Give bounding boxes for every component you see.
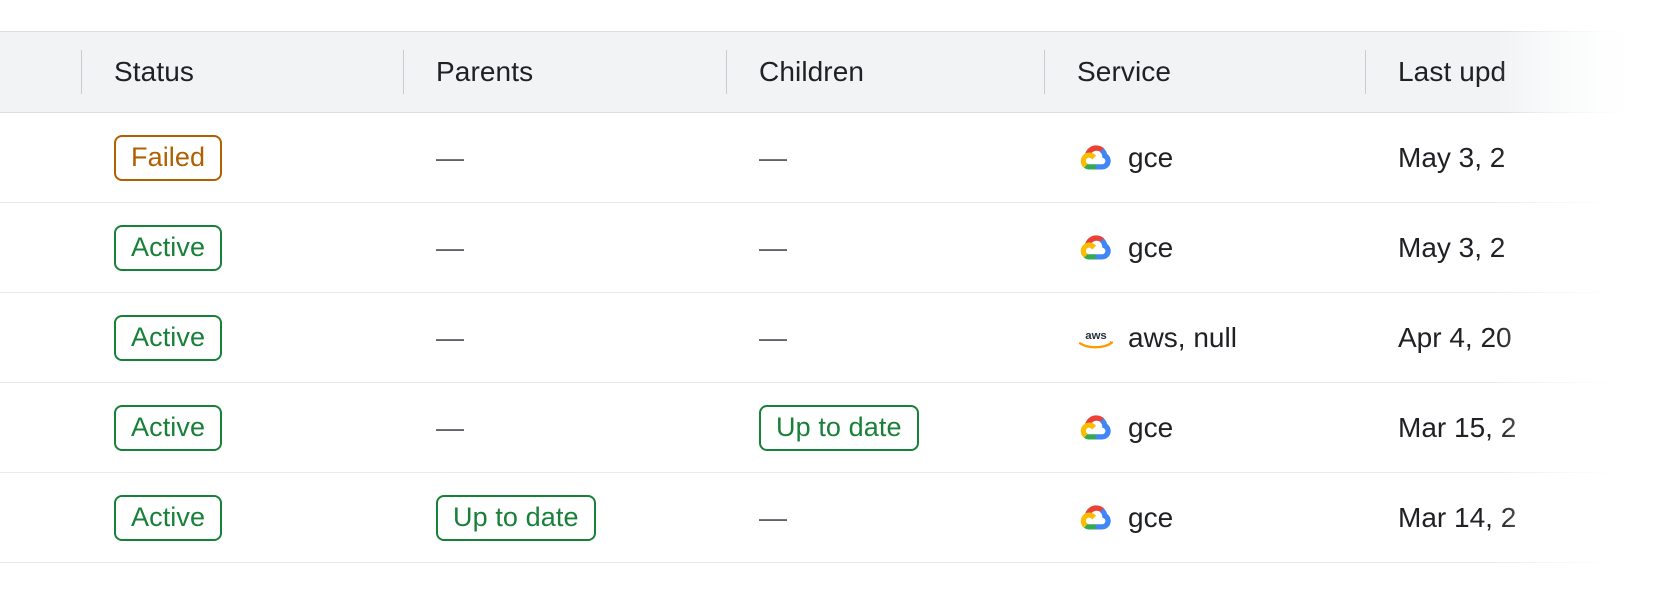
cell-service: gce xyxy=(1044,112,1365,203)
row-checkbox-cell[interactable] xyxy=(0,202,81,293)
google-cloud-icon xyxy=(1077,409,1115,447)
cell-status: Active xyxy=(81,472,403,563)
resources-table: Status Parents Children Service Last upd… xyxy=(0,31,1672,563)
cell-children: — xyxy=(726,112,1044,203)
service-cell: gce xyxy=(1077,139,1365,177)
cell-status: Active xyxy=(81,202,403,293)
service-label: aws, null xyxy=(1128,321,1237,353)
cell-children: — xyxy=(726,472,1044,563)
cell-parents: Up to date xyxy=(403,472,726,563)
service-label: gce xyxy=(1128,141,1174,173)
status-badge: Active xyxy=(114,314,223,361)
last-updated-text: Apr 4, 20 xyxy=(1398,321,1512,353)
cell-last-updated: Mar 15, 2 xyxy=(1365,382,1672,473)
last-updated-text: May 3, 2 xyxy=(1398,141,1506,173)
table-header-row: Status Parents Children Service Last upd xyxy=(0,31,1672,113)
status-badge: Active xyxy=(114,224,223,271)
parents-badge: Up to date xyxy=(436,494,596,541)
cell-status: Active xyxy=(81,382,403,473)
service-cell: gce xyxy=(1077,409,1365,447)
row-checkbox-cell[interactable] xyxy=(0,112,81,203)
cell-parents: — xyxy=(403,202,726,293)
column-header-status[interactable]: Status xyxy=(81,31,403,113)
empty-dash: — xyxy=(436,321,464,353)
cell-service: gce xyxy=(1044,472,1365,563)
empty-dash: — xyxy=(759,141,787,173)
table-row[interactable]: Failed — — gce May 3, 2 xyxy=(0,112,1672,203)
table-row[interactable]: Active — Up to date gce Mar 15, 2 xyxy=(0,382,1672,473)
cell-parents: — xyxy=(403,382,726,473)
service-cell: aws aws, null xyxy=(1077,319,1365,357)
cell-parents: — xyxy=(403,112,726,203)
column-header-children[interactable]: Children xyxy=(726,31,1044,113)
column-header-last-updated[interactable]: Last upd xyxy=(1365,31,1672,113)
cell-children: Up to date xyxy=(726,382,1044,473)
service-label: gce xyxy=(1128,411,1174,443)
table-row[interactable]: Active — — aws aws, null Apr 4, 20 xyxy=(0,292,1672,383)
resource-table-screen: Status Parents Children Service Last upd… xyxy=(0,0,1672,612)
google-cloud-icon xyxy=(1077,499,1115,537)
cell-last-updated: Mar 14, 2 xyxy=(1365,472,1672,563)
status-badge: Active xyxy=(114,494,223,541)
last-updated-text: Mar 14, 2 xyxy=(1398,501,1517,533)
service-cell: gce xyxy=(1077,229,1365,267)
service-label: gce xyxy=(1128,501,1174,533)
svg-text:aws: aws xyxy=(1085,330,1107,342)
cell-service: gce xyxy=(1044,202,1365,293)
empty-dash: — xyxy=(759,321,787,353)
empty-dash: — xyxy=(436,411,464,443)
column-header-parents[interactable]: Parents xyxy=(403,31,726,113)
cell-last-updated: Apr 4, 20 xyxy=(1365,292,1672,383)
table-body: Failed — — gce May 3, 2 Active — — gce May 3, 2 Ac… xyxy=(0,112,1672,563)
cell-last-updated: May 3, 2 xyxy=(1365,112,1672,203)
column-header-checkbox xyxy=(0,31,81,113)
cell-service: gce xyxy=(1044,382,1365,473)
aws-icon: aws xyxy=(1077,319,1115,357)
service-cell: gce xyxy=(1077,499,1365,537)
cell-service: aws aws, null xyxy=(1044,292,1365,383)
table-scroll-container[interactable]: Status Parents Children Service Last upd… xyxy=(0,0,1672,612)
status-badge: Active xyxy=(114,404,223,451)
cell-last-updated: May 3, 2 xyxy=(1365,202,1672,293)
status-badge: Failed xyxy=(114,134,223,181)
table-row[interactable]: Active — — gce May 3, 2 xyxy=(0,202,1672,293)
table-row[interactable]: Active Up to date — gce Mar 14, 2 xyxy=(0,472,1672,563)
empty-dash: — xyxy=(436,141,464,173)
cell-status: Active xyxy=(81,292,403,383)
last-updated-text: Mar 15, 2 xyxy=(1398,411,1517,443)
children-badge: Up to date xyxy=(759,404,919,451)
cell-status: Failed xyxy=(81,112,403,203)
cell-children: — xyxy=(726,292,1044,383)
empty-dash: — xyxy=(436,231,464,263)
row-checkbox-cell[interactable] xyxy=(0,472,81,563)
last-updated-text: May 3, 2 xyxy=(1398,231,1506,263)
service-label: gce xyxy=(1128,231,1174,263)
empty-dash: — xyxy=(759,501,787,533)
google-cloud-icon xyxy=(1077,139,1115,177)
row-checkbox-cell[interactable] xyxy=(0,382,81,473)
cell-children: — xyxy=(726,202,1044,293)
google-cloud-icon xyxy=(1077,229,1115,267)
table-header: Status Parents Children Service Last upd xyxy=(0,31,1672,113)
empty-dash: — xyxy=(759,231,787,263)
cell-parents: — xyxy=(403,292,726,383)
column-header-service[interactable]: Service xyxy=(1044,31,1365,113)
row-checkbox-cell[interactable] xyxy=(0,292,81,383)
